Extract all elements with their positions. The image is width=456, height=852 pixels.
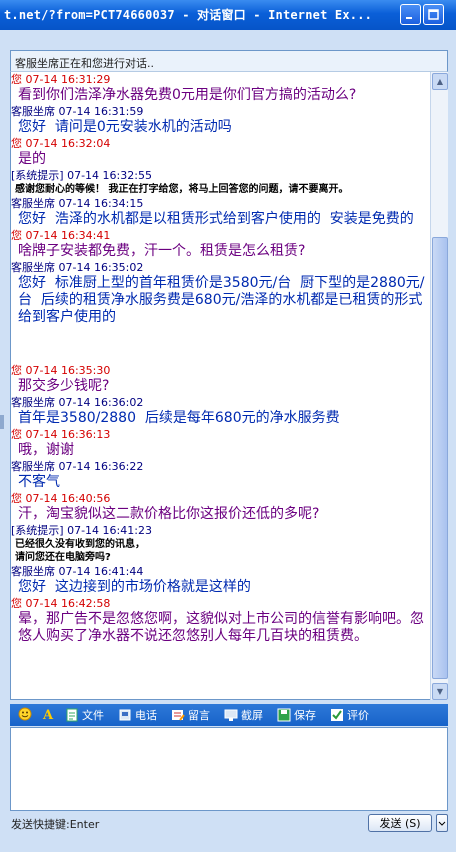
message-header: 您 07-14 16:32:04 [11, 137, 111, 150]
chat-message: [系统提示] 07-14 16:32:55 感谢您耐心的等候！ 我正在打字给您，将… [11, 168, 429, 196]
chat-message: 您 07-14 16:36:13 哦，谢谢 [11, 427, 429, 459]
minimize-icon [406, 17, 412, 19]
chat-message: [系统提示] 07-14 16:41:23 已经很久没有收到您的讯息， 请问您还在… [11, 523, 429, 564]
send-button[interactable]: 发送 (S) [368, 814, 432, 832]
minimize-button[interactable] [400, 4, 421, 25]
emoji-button[interactable] [18, 707, 35, 723]
message-input[interactable] [10, 727, 448, 811]
frame-edge-handle [0, 415, 4, 429]
chat-message: 客服坐席 07-14 16:41:44 您好 这边接到的市场价格就是这样的 [11, 564, 429, 596]
message-text: 哦，谢谢 [18, 442, 74, 458]
font-icon: A [42, 708, 54, 721]
send-options-button[interactable] [436, 814, 448, 832]
smiley-icon [18, 707, 32, 721]
message-list: 您 07-14 16:31:29 看到你们浩泽净水器免费0元用是你们官方搞的活动么… [11, 72, 429, 700]
chat-message: 您 07-14 16:35:30 那交多少钱呢? [11, 363, 429, 395]
chat-toolbar: A 文件 电话 留言 截屏 保存 评价 [10, 704, 448, 726]
chat-message: 客服坐席 07-14 16:36:22 不客气 [11, 459, 429, 491]
message-header: 您 07-14 16:40:56 [11, 492, 111, 505]
message-text: 感谢您耐心的等候！ 我正在打字给您，将马上回答您的问题，请不要离开。 [15, 184, 349, 195]
screenshot-label: 截屏 [241, 709, 263, 722]
chat-status-bar: 客服坐席正在和您进行对话.. [10, 50, 448, 72]
rate-icon [331, 709, 343, 721]
message-text: 您好 浩泽的水机都是以租赁形式给到客户使用的 安装是免费的 [18, 211, 414, 227]
chat-message: 客服坐席 07-14 16:35:02 您好 标准厨上型的首年租赁价是3580元/… [11, 260, 429, 363]
message-header: 您 07-14 16:31:29 [11, 73, 111, 86]
chat-message: 您 07-14 16:42:58 晕，那广告不是忽悠您啊，这貌似对上市公司的信誉有… [11, 596, 429, 645]
message-header: 客服坐席 07-14 16:34:15 [11, 197, 144, 210]
message-text: 首年是3580/2880 后续是每年680元的净水服务费 [18, 410, 340, 426]
scroll-down-arrow[interactable]: ▼ [432, 683, 448, 700]
message-header: 您 07-14 16:42:58 [11, 597, 111, 610]
rate-label: 评价 [347, 709, 369, 722]
message-header: 客服坐席 07-14 16:35:02 [11, 261, 144, 274]
chat-message: 您 07-14 16:32:04 是的 [11, 136, 429, 168]
save-label: 保存 [294, 709, 316, 722]
message-header: 客服坐席 07-14 16:41:44 [11, 565, 144, 578]
file-button[interactable]: 文件 [65, 707, 104, 723]
scroll-up-arrow[interactable]: ▲ [432, 73, 448, 90]
message-text: 啥牌子安装都免费，汗一个。租赁是怎么租赁? [18, 243, 306, 259]
message-header: 客服坐席 07-14 16:36:22 [11, 460, 144, 473]
chat-message: 您 07-14 16:34:41 啥牌子安装都免费，汗一个。租赁是怎么租赁? [11, 228, 429, 260]
chat-message: 您 07-14 16:31:29 看到你们浩泽净水器免费0元用是你们官方搞的活动么… [11, 72, 429, 104]
svg-text:A: A [42, 708, 54, 721]
chat-message: 您 07-14 16:40:56 汗，淘宝貌似这二款价格比你这报价还低的多呢? [11, 491, 429, 523]
scrollbar-thumb[interactable] [432, 237, 448, 679]
message-text: 晕，那广告不是忽悠您啊，这貌似对上市公司的信誉有影响吧。忽悠人购买了净水器不说还… [18, 611, 424, 644]
message-text: 已经很久没有收到您的讯息， 请问您还在电脑旁吗? [15, 539, 145, 563]
save-icon [277, 708, 291, 722]
screenshot-icon [224, 709, 238, 721]
message-text: 看到你们浩泽净水器免费0元用是你们官方搞的活动么? [18, 87, 357, 103]
message-text: 那交多少钱呢? [18, 378, 110, 394]
title-bar: t.net/?from=PCT74660037 - 对话窗口 - Interne… [0, 0, 456, 30]
screenshot-button[interactable]: 截屏 [224, 707, 263, 723]
message-button[interactable]: 留言 [171, 707, 210, 723]
message-text: 是的 [18, 151, 46, 167]
message-label: 留言 [188, 709, 210, 722]
chat-message: 客服坐席 07-14 16:31:59 您好 请问是0元安装水机的活动吗 [11, 104, 429, 136]
message-text: 您好 这边接到的市场价格就是这样的 [18, 579, 251, 595]
chat-scrollbar[interactable]: ▲ ▼ [430, 72, 448, 700]
message-header: 客服坐席 07-14 16:36:02 [11, 396, 144, 409]
chat-message: 客服坐席 07-14 16:34:15 您好 浩泽的水机都是以租赁形式给到客户使用… [11, 196, 429, 228]
chevron-down-icon [438, 821, 446, 826]
send-shortcut-hint: 发送快捷键:Enter [11, 818, 100, 831]
window-title: t.net/?from=PCT74660037 - 对话窗口 - Interne… [4, 8, 373, 22]
message-icon [172, 710, 185, 721]
file-label: 文件 [82, 709, 104, 722]
message-text: 您好 请问是0元安装水机的活动吗 [18, 119, 232, 135]
message-header: [系统提示] 07-14 16:32:55 [11, 169, 152, 182]
file-icon [66, 708, 78, 722]
save-button[interactable]: 保存 [277, 707, 316, 723]
rate-button[interactable]: 评价 [330, 707, 369, 723]
phone-label: 电话 [135, 709, 157, 722]
message-header: 客服坐席 07-14 16:31:59 [11, 105, 144, 118]
message-text: 不客气 [18, 474, 60, 490]
maximize-icon [428, 9, 439, 20]
message-header: 您 07-14 16:34:41 [11, 229, 111, 242]
maximize-button[interactable] [423, 4, 444, 25]
message-header: 您 07-14 16:36:13 [11, 428, 111, 441]
message-text: 您好 标准厨上型的首年租赁价是3580元/台 厨下型的是2880元/台 后续的租… [18, 275, 425, 325]
chat-message: 客服坐席 07-14 16:36:02 首年是3580/2880 后续是每年680… [11, 395, 429, 427]
phone-button[interactable]: 电话 [118, 707, 157, 723]
message-header: 您 07-14 16:35:30 [11, 364, 111, 377]
message-header: [系统提示] 07-14 16:41:23 [11, 524, 152, 537]
phone-icon [119, 709, 131, 721]
font-button[interactable]: A [42, 707, 59, 723]
message-text: 汗，淘宝貌似这二款价格比你这报价还低的多呢? [18, 506, 320, 522]
